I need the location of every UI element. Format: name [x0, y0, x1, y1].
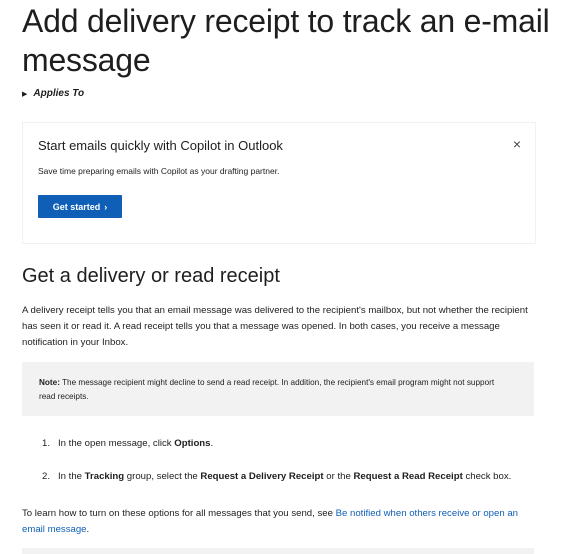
banner-subtitle: Save time preparing emails with Copilot … [38, 166, 280, 176]
expand-triangle-icon: ▶ [22, 90, 28, 98]
step-text: In the Tracking group, select the Reques… [58, 471, 512, 482]
intro-paragraph: A delivery receipt tells you that an ema… [22, 305, 528, 348]
note-box: Note: The message recipient might declin… [22, 362, 534, 416]
page-title: Add delivery receipt to track an e-mail … [22, 3, 550, 78]
outro-text: To learn how to turn on these options fo… [22, 508, 336, 519]
note-label: Note: [39, 378, 60, 387]
list-item: 1. In the open message, click Options. [42, 437, 552, 450]
banner-title: Start emails quickly with Copilot in Out… [38, 138, 283, 153]
steps-list: 1. In the open message, click Options. 2… [42, 437, 552, 483]
chevron-right-icon: › [104, 201, 108, 212]
get-started-button[interactable]: Get started › [38, 195, 122, 218]
note-body: The message recipient might decline to s… [39, 378, 495, 401]
applies-to-toggle[interactable]: ▶ Applies To [22, 88, 84, 99]
section-heading: Get a delivery or read receipt [22, 265, 280, 287]
step-number: 2. [42, 471, 51, 482]
step-number: 1. [42, 438, 51, 449]
next-block-edge [22, 548, 534, 554]
applies-to-label: Applies To [33, 88, 85, 99]
outro-paragraph: To learn how to turn on these options fo… [22, 508, 518, 535]
copilot-banner: Start emails quickly with Copilot in Out… [22, 122, 536, 244]
close-icon[interactable]: × [513, 137, 521, 151]
list-item: 2. In the Tracking group, select the Req… [42, 470, 552, 483]
note-text: Note: The message recipient might declin… [39, 376, 509, 404]
get-started-label: Get started [52, 201, 101, 212]
step-text: In the open message, click Options. [58, 438, 214, 449]
